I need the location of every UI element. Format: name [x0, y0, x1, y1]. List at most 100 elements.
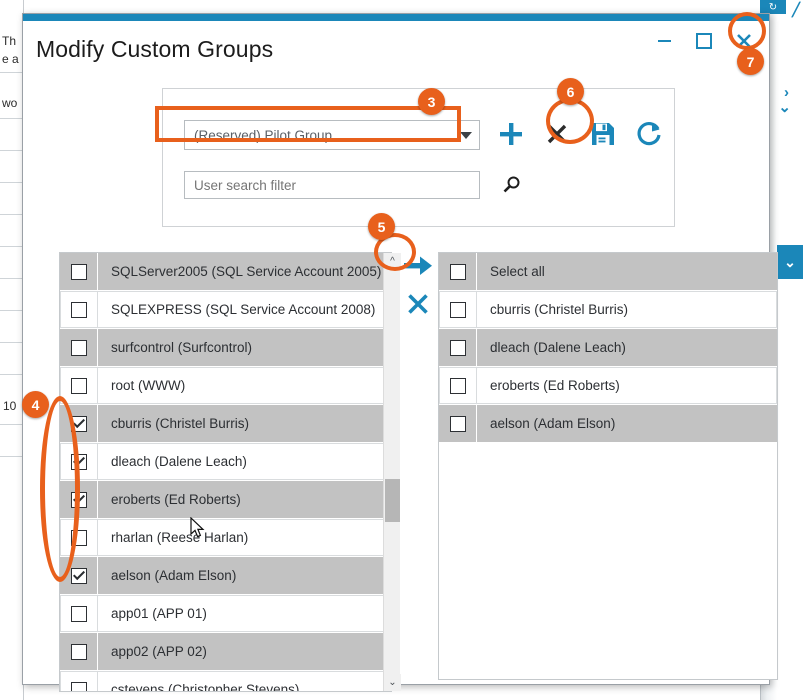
available-user-row[interactable]: SQLServer2005 (SQL Service Account 2005)	[60, 253, 391, 291]
available-users-scrollbar[interactable]: ^ ⌄	[383, 253, 401, 691]
background-divider	[0, 278, 23, 279]
row-checkbox-cell[interactable]	[60, 367, 98, 404]
row-checkbox-cell[interactable]	[60, 443, 98, 480]
background-divider	[0, 72, 23, 73]
checkbox-unchecked[interactable]	[70, 339, 87, 356]
transfer-remove-button[interactable]	[401, 289, 435, 319]
selected-user-row[interactable]: aelson (Adam Elson)	[439, 405, 777, 443]
background-divider	[0, 342, 23, 343]
chevron-down-icon[interactable]: ⌄	[384, 674, 401, 691]
row-label: cburris (Christel Burris)	[477, 291, 777, 328]
background-divider	[0, 182, 23, 183]
callout-badge-5: 5	[368, 213, 395, 240]
row-checkbox-cell[interactable]	[60, 595, 98, 632]
page-title: Modify Custom Groups	[36, 36, 274, 62]
row-checkbox-cell[interactable]	[439, 291, 477, 328]
add-group-button[interactable]	[495, 117, 527, 151]
row-checkbox-cell[interactable]	[439, 405, 477, 442]
background-expand-tab[interactable]: ⌄	[777, 245, 803, 279]
background-text-fragment: Th	[2, 34, 17, 48]
background-divider	[0, 246, 23, 247]
checkbox-unchecked[interactable]	[70, 643, 87, 660]
checkbox-unchecked[interactable]	[449, 263, 466, 280]
checkbox-unchecked[interactable]	[71, 681, 87, 691]
checkbox-unchecked[interactable]	[449, 339, 466, 356]
row-label: rharlan (Reese Harlan)	[98, 519, 391, 556]
callout-badge-6: 6	[557, 78, 584, 105]
chevron-down-icon[interactable]	[453, 132, 479, 139]
row-checkbox-cell[interactable]	[60, 253, 98, 290]
row-checkbox-cell[interactable]	[60, 671, 98, 691]
checkbox-unchecked[interactable]	[449, 415, 466, 432]
available-user-row[interactable]: dleach (Dalene Leach)	[60, 443, 391, 481]
delete-group-button[interactable]	[541, 117, 573, 151]
background-divider	[0, 456, 23, 457]
available-user-row[interactable]: app01 (APP 01)	[60, 595, 391, 633]
available-user-row[interactable]: app02 (APP 02)	[60, 633, 391, 671]
row-checkbox-cell[interactable]	[60, 633, 98, 670]
available-user-row[interactable]: cburris (Christel Burris)	[60, 405, 391, 443]
selected-user-row[interactable]: dleach (Dalene Leach)	[439, 329, 777, 367]
checkbox-unchecked[interactable]	[70, 263, 87, 280]
group-select[interactable]: (Reserved) Pilot Group	[184, 120, 480, 150]
row-label: root (WWW)	[98, 367, 391, 404]
checkbox-unchecked[interactable]	[71, 301, 87, 318]
checkbox-checked[interactable]	[70, 491, 87, 508]
checkbox-unchecked[interactable]	[450, 301, 466, 318]
row-label: app01 (APP 01)	[98, 595, 391, 632]
save-group-button[interactable]	[587, 117, 619, 151]
search-icon[interactable]	[497, 171, 527, 199]
chevron-down-icon[interactable]: ⌄	[778, 100, 791, 115]
selected-user-row[interactable]: cburris (Christel Burris)	[439, 291, 777, 329]
row-checkbox-cell[interactable]	[60, 481, 98, 518]
background-refresh-icon[interactable]: ↻	[760, 0, 786, 14]
checkbox-checked[interactable]	[70, 567, 87, 584]
row-checkbox-cell[interactable]	[60, 329, 98, 366]
available-user-row[interactable]: rharlan (Reese Harlan)	[60, 519, 391, 557]
row-checkbox-cell[interactable]	[60, 291, 98, 328]
background-divider	[0, 214, 23, 215]
checkbox-unchecked[interactable]	[71, 529, 87, 546]
row-checkbox-cell[interactable]	[439, 329, 477, 366]
row-checkbox-cell[interactable]	[60, 519, 98, 556]
minimize-icon[interactable]	[653, 30, 675, 52]
row-label: dleach (Dalene Leach)	[98, 443, 391, 480]
selected-user-row[interactable]: eroberts (Ed Roberts)	[439, 367, 777, 405]
group-action-toolbar	[495, 117, 665, 151]
chevron-up-icon[interactable]: ^	[384, 253, 401, 270]
row-label: SQLEXPRESS (SQL Service Account 2008)	[98, 291, 391, 328]
checkbox-checked[interactable]	[71, 453, 87, 470]
row-label: Select all	[490, 264, 545, 279]
available-user-row[interactable]: surfcontrol (Surfcontrol)	[60, 329, 391, 367]
refresh-group-button[interactable]	[633, 117, 665, 151]
scrollbar-thumb[interactable]	[385, 479, 400, 522]
selected-user-row[interactable]: Select all	[439, 253, 777, 291]
row-checkbox-cell[interactable]	[439, 253, 477, 290]
transfer-right-button[interactable]	[401, 251, 435, 281]
row-checkbox-cell[interactable]	[60, 557, 98, 594]
row-label: surfcontrol (Surfcontrol)	[111, 340, 253, 355]
search-input[interactable]	[184, 171, 480, 199]
callout-badge-3: 3	[418, 88, 445, 115]
checkbox-unchecked[interactable]	[71, 377, 87, 394]
background-left-panel: Th e a wo 10	[0, 0, 24, 700]
available-user-row[interactable]: root (WWW)	[60, 367, 391, 405]
available-user-row[interactable]: cstevens (Christopher Stevens)	[60, 671, 391, 691]
maximize-icon[interactable]	[693, 30, 715, 52]
callout-badge-4: 4	[22, 391, 49, 418]
row-label: aelson (Adam Elson)	[490, 416, 616, 431]
available-user-row[interactable]: SQLEXPRESS (SQL Service Account 2008)	[60, 291, 391, 329]
checkbox-unchecked[interactable]	[450, 377, 466, 394]
background-divider	[0, 310, 23, 311]
available-user-row[interactable]: eroberts (Ed Roberts)	[60, 481, 391, 519]
checkbox-checked[interactable]	[70, 415, 87, 432]
checkbox-unchecked[interactable]	[71, 605, 87, 622]
row-label: cburris (Christel Burris)	[111, 416, 250, 431]
row-checkbox-cell[interactable]	[439, 367, 477, 404]
chevron-right-icon[interactable]: ›	[784, 85, 789, 100]
selected-users-list[interactable]: Select all cburris (Christel Burris) dleac…	[438, 252, 778, 680]
background-divider	[0, 118, 23, 119]
available-user-row[interactable]: aelson (Adam Elson)	[60, 557, 391, 595]
available-users-list[interactable]: SQLServer2005 (SQL Service Account 2005)…	[59, 252, 392, 692]
row-checkbox-cell[interactable]	[60, 405, 98, 442]
